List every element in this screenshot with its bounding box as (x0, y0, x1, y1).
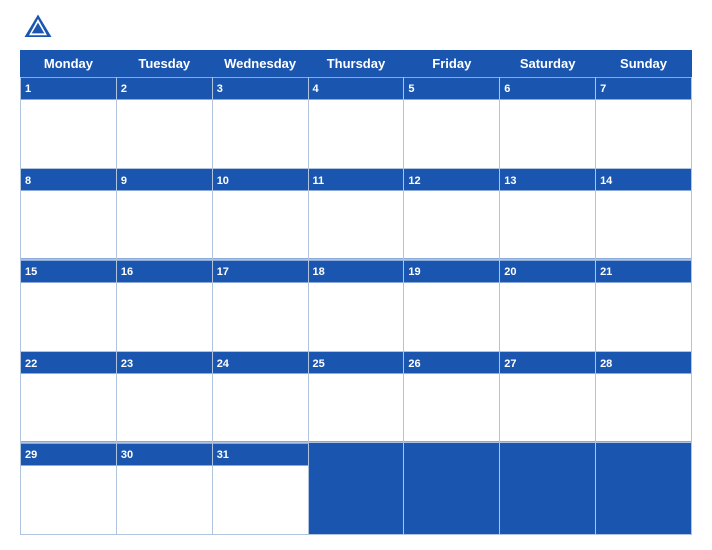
week-row-3: 15 16 17 18 19 20 21 (21, 260, 692, 352)
calendar-cell: 30 (116, 443, 212, 535)
calendar-cell: 8 (21, 168, 117, 260)
calendar-cell: 13 (500, 168, 596, 260)
date-number: 19 (408, 266, 420, 278)
week-row-2: 8 9 10 11 12 13 14 (21, 168, 692, 260)
date-number: 6 (504, 83, 510, 95)
logo (20, 10, 60, 46)
date-number: 2 (121, 83, 127, 95)
day-header-wednesday: Wednesday (212, 51, 308, 77)
calendar-cell (500, 443, 596, 535)
date-number: 20 (504, 266, 516, 278)
week-row-4: 22 23 24 25 26 27 28 (21, 351, 692, 443)
calendar-cell: 4 (308, 77, 404, 169)
day-header-tuesday: Tuesday (116, 51, 212, 77)
date-number: 14 (600, 175, 612, 187)
calendar-cell: 20 (500, 260, 596, 352)
calendar-cell: 23 (116, 351, 212, 443)
date-number: 12 (408, 175, 420, 187)
day-header-monday: Monday (21, 51, 117, 77)
days-row: MondayTuesdayWednesdayThursdayFridaySatu… (21, 51, 692, 77)
week-row-1: 1 2 3 4 5 6 7 (21, 77, 692, 169)
date-number: 28 (600, 358, 612, 370)
calendar-cell: 10 (212, 168, 308, 260)
date-number: 29 (25, 449, 37, 461)
day-header-thursday: Thursday (308, 51, 404, 77)
calendar-cell: 14 (596, 168, 692, 260)
date-number: 15 (25, 266, 37, 278)
calendar-cell: 17 (212, 260, 308, 352)
date-number: 17 (217, 266, 229, 278)
calendar-cell: 1 (21, 77, 117, 169)
date-number: 25 (313, 358, 325, 370)
calendar-header: MondayTuesdayWednesdayThursdayFridaySatu… (21, 51, 692, 77)
date-number: 30 (121, 449, 133, 461)
calendar-cell: 5 (404, 77, 500, 169)
calendar-cell: 3 (212, 77, 308, 169)
calendar-cell: 25 (308, 351, 404, 443)
date-number: 7 (600, 83, 606, 95)
date-number: 24 (217, 358, 229, 370)
calendar-cell: 31 (212, 443, 308, 535)
calendar-cell: 29 (21, 443, 117, 535)
calendar-cell: 16 (116, 260, 212, 352)
calendar-cell: 2 (116, 77, 212, 169)
calendar-cell: 24 (212, 351, 308, 443)
date-number: 18 (313, 266, 325, 278)
day-header-sunday: Sunday (596, 51, 692, 77)
date-number: 21 (600, 266, 612, 278)
calendar-cell: 19 (404, 260, 500, 352)
calendar-cell (404, 443, 500, 535)
calendar-cell (308, 443, 404, 535)
calendar-cell: 9 (116, 168, 212, 260)
calendar-body: 1234567891011121314151617181920212223242… (21, 77, 692, 535)
date-number: 22 (25, 358, 37, 370)
logo-icon (20, 10, 56, 46)
calendar-cell: 22 (21, 351, 117, 443)
date-number: 9 (121, 175, 127, 187)
date-number: 3 (217, 83, 223, 95)
date-number: 1 (25, 83, 31, 95)
date-number: 13 (504, 175, 516, 187)
date-number: 5 (408, 83, 414, 95)
day-header-friday: Friday (404, 51, 500, 77)
date-number: 23 (121, 358, 133, 370)
date-number: 10 (217, 175, 229, 187)
date-number: 11 (313, 175, 325, 187)
calendar-cell: 18 (308, 260, 404, 352)
calendar-cell: 12 (404, 168, 500, 260)
calendar-cell: 15 (21, 260, 117, 352)
top-bar (20, 10, 692, 46)
calendar-cell (596, 443, 692, 535)
calendar-cell: 11 (308, 168, 404, 260)
calendar-cell: 21 (596, 260, 692, 352)
date-number: 27 (504, 358, 516, 370)
date-number: 16 (121, 266, 133, 278)
date-number: 26 (408, 358, 420, 370)
calendar-cell: 27 (500, 351, 596, 443)
day-header-saturday: Saturday (500, 51, 596, 77)
date-number: 4 (313, 83, 319, 95)
week-row-5: 29 30 31 (21, 443, 692, 535)
date-number: 31 (217, 449, 229, 461)
calendar-cell: 7 (596, 77, 692, 169)
calendar-cell: 26 (404, 351, 500, 443)
calendar-cell: 28 (596, 351, 692, 443)
calendar: MondayTuesdayWednesdayThursdayFridaySatu… (20, 50, 692, 535)
date-number: 8 (25, 175, 31, 187)
calendar-cell: 6 (500, 77, 596, 169)
